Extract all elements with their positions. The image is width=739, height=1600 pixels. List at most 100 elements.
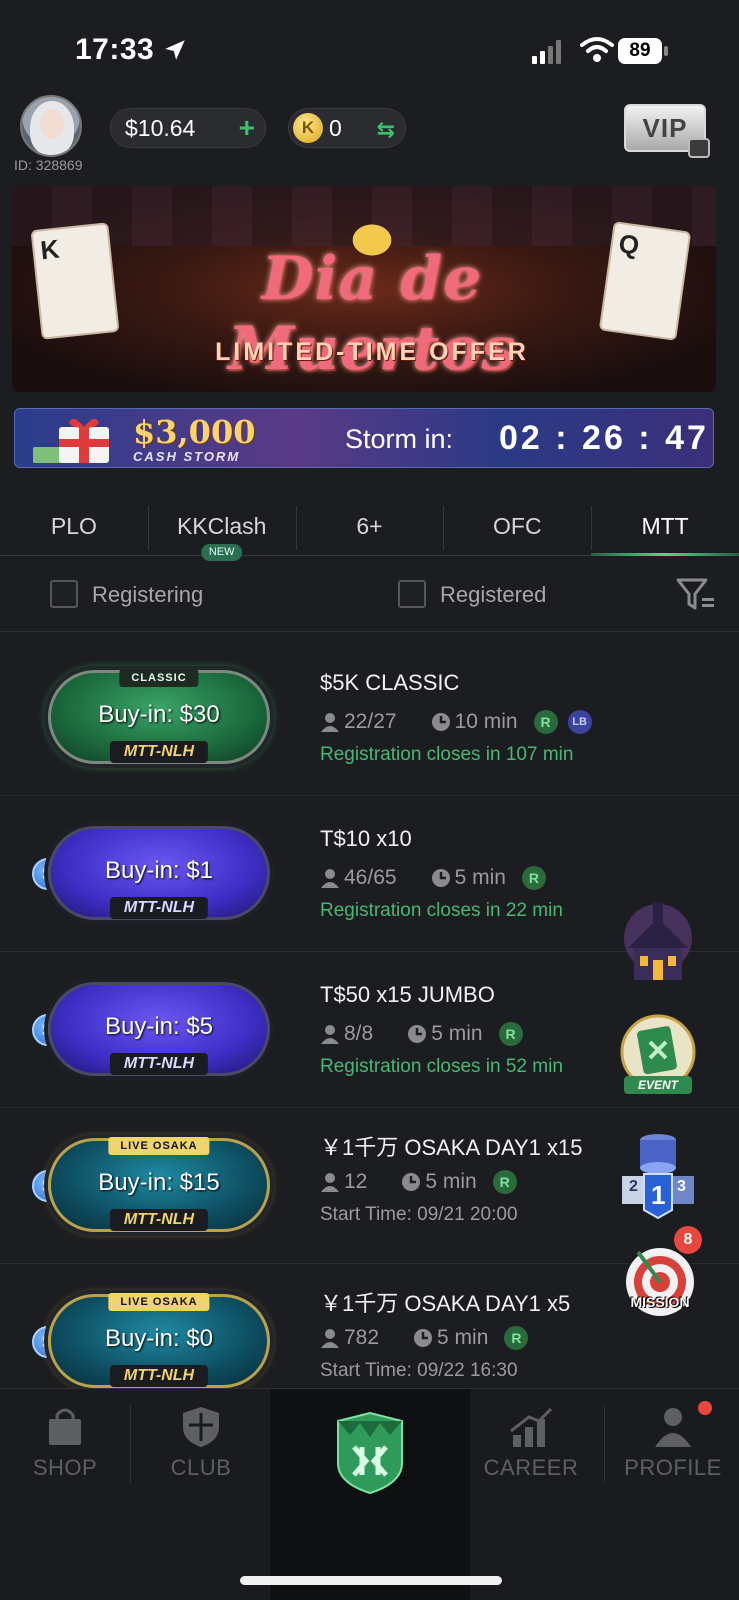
banner-subtitle: LIMITED-TIME OFFER: [215, 338, 529, 366]
game-type-tabs: PLO KKClash NEW 6+ OFC MTT: [0, 500, 739, 561]
cash-storm-banner[interactable]: $3,000 CASH STORM Storm in: 02 : 26 : 47: [14, 408, 714, 468]
rebuy-badge: R: [498, 1022, 523, 1046]
tab-ofc[interactable]: OFC: [443, 500, 591, 555]
notification-dot: [698, 1401, 712, 1415]
kk-logo-icon: [337, 1411, 403, 1495]
nav-club-label: CLUB: [170, 1455, 232, 1480]
registration-status: Registration closes in 107 min: [320, 744, 574, 765]
playing-card-king: K: [30, 222, 120, 340]
clock-icon: [414, 1329, 433, 1347]
players-icon: [321, 1025, 339, 1044]
rank-first: 1: [651, 1180, 666, 1210]
tab-mtt[interactable]: MTT: [591, 500, 739, 556]
player-count: 12: [344, 1170, 368, 1193]
nav-shop-label: SHOP: [32, 1455, 98, 1480]
cash-storm-label: Storm in:: [345, 424, 454, 454]
user-id: ID: 328869: [14, 157, 83, 173]
player-count: 8/8: [344, 1022, 374, 1045]
tournament-info: ￥1千万 OSAKA DAY1 x5 782 5 min R Start Tim…: [320, 1286, 570, 1381]
coin-balance[interactable]: K 0 ⇆: [288, 108, 406, 148]
tab-plo[interactable]: PLO: [0, 500, 148, 555]
start-time: Start Time: 09/22 16:30: [320, 1360, 518, 1381]
tab-kkclash[interactable]: KKClash NEW: [147, 500, 296, 561]
avatar[interactable]: [20, 95, 82, 157]
nav-career[interactable]: CAREER: [466, 1389, 596, 1499]
filter-bar: Registering Registered: [0, 566, 739, 632]
coin-amount: 0: [329, 114, 342, 141]
cash-amount: $10.64: [125, 114, 196, 141]
rank-third: 3: [677, 1178, 686, 1195]
level-duration: 5 min: [454, 866, 506, 889]
battery-indicator: 89: [618, 38, 668, 64]
new-badge: NEW: [200, 544, 243, 561]
registration-status: Registration closes in 52 min: [320, 1056, 563, 1077]
wifi-icon: [580, 37, 614, 62]
nav-profile[interactable]: PROFILE: [608, 1389, 738, 1499]
buyin-button[interactable]: Buy-in: $5 MTT-NLH: [48, 982, 270, 1076]
leaderboard-badge: LB: [567, 710, 592, 734]
vip-button[interactable]: VIP: [624, 104, 710, 158]
event-button[interactable]: EVENT: [616, 1012, 700, 1096]
filter-icon[interactable]: [676, 576, 716, 612]
add-cash-icon[interactable]: +: [239, 114, 255, 142]
nav-shop[interactable]: SHOP: [0, 1389, 130, 1499]
buyin-button[interactable]: CLASSIC Buy-in: $30 MTT-NLH: [48, 669, 270, 764]
buyin-label: Buy-in: $5: [104, 1013, 214, 1040]
gift-icon: [33, 418, 109, 463]
tab-6plus[interactable]: 6+: [295, 500, 444, 555]
clock-icon: [408, 1025, 427, 1043]
rebuy-badge: R: [504, 1326, 529, 1350]
bottom-nav: SHOP CLUB CAREER PROFILE: [0, 1388, 739, 1600]
shield-icon: [183, 1407, 219, 1447]
nav-club[interactable]: CLUB: [136, 1389, 266, 1499]
promo-banner[interactable]: K Q Dia de Muertos LIMITED-TIME OFFER: [12, 186, 716, 392]
buyin-button[interactable]: LIVE OSAKA Buy-in: $15 MTT-NLH: [48, 1137, 270, 1232]
registering-checkbox[interactable]: [50, 580, 78, 608]
tournament-name: T$10 x10: [320, 826, 412, 851]
tournament-info: T$10 x10 46/65 5 min R Registration clos…: [320, 826, 563, 921]
tournament-meta: 46/65 5 min R: [320, 866, 546, 890]
rebuy-badge: R: [521, 866, 546, 890]
cash-balance[interactable]: $10.64 +: [110, 108, 266, 148]
level-duration: 5 min: [431, 1022, 483, 1045]
location-arrow-icon: [165, 40, 185, 60]
tournament-info: $5K CLASSIC 22/27 10 min R LB Registrati…: [320, 670, 592, 765]
clock-icon: [431, 869, 450, 887]
buyin-label: Buy-in: $0: [104, 1325, 214, 1352]
mission-label: MISSION: [630, 1294, 690, 1310]
buyin-label: Buy-in: $30: [98, 701, 220, 728]
battery-level: 89: [618, 38, 662, 64]
cash-storm-amount: $3,000: [133, 413, 256, 451]
players-icon: [321, 1173, 339, 1192]
clock-icon: [431, 713, 450, 731]
registration-status: Registration closes in 22 min: [320, 900, 563, 921]
tournament-info: T$50 x15 JUMBO 8/8 5 min R Registration …: [320, 982, 563, 1077]
rebuy-badge: R: [533, 710, 558, 734]
tournament-name: ￥1千万 OSAKA DAY1 x15: [320, 1135, 583, 1160]
vip-label: VIP: [642, 113, 688, 143]
tournament-row[interactable]: CLASSIC Buy-in: $30 MTT-NLH $5K CLASSIC …: [0, 640, 739, 796]
nav-home[interactable]: [270, 1389, 470, 1600]
game-type-label: MTT-NLH: [109, 897, 209, 919]
signal-icon: [532, 40, 561, 64]
level-duration: 5 min: [437, 1326, 489, 1349]
mission-count-badge: 8: [674, 1226, 702, 1254]
coin-icon: K: [293, 113, 323, 143]
player-count: 46/65: [344, 866, 397, 889]
buyin-button[interactable]: Buy-in: $1 MTT-NLH: [48, 826, 270, 920]
halloween-church-icon[interactable]: [620, 898, 696, 986]
buyin-button[interactable]: LIVE OSAKA Buy-in: $0 MTT-NLH: [48, 1293, 270, 1388]
players-icon: [321, 1329, 339, 1348]
players-icon: [321, 713, 339, 732]
registered-checkbox[interactable]: [398, 580, 426, 608]
clock-icon: [402, 1173, 421, 1191]
mission-button[interactable]: MISSION 8: [618, 1226, 702, 1324]
live-osaka-tag: LIVE OSAKA: [108, 1137, 210, 1155]
event-label: EVENT: [624, 1076, 692, 1094]
clock: 17:33: [75, 33, 155, 66]
exchange-icon[interactable]: ⇆: [377, 117, 395, 143]
rebuy-badge: R: [492, 1170, 517, 1194]
buyin-label: Buy-in: $15: [98, 1169, 220, 1196]
ranking-button[interactable]: 2 1 3: [616, 1124, 700, 1220]
buyin-label: Buy-in: $1: [104, 857, 214, 884]
